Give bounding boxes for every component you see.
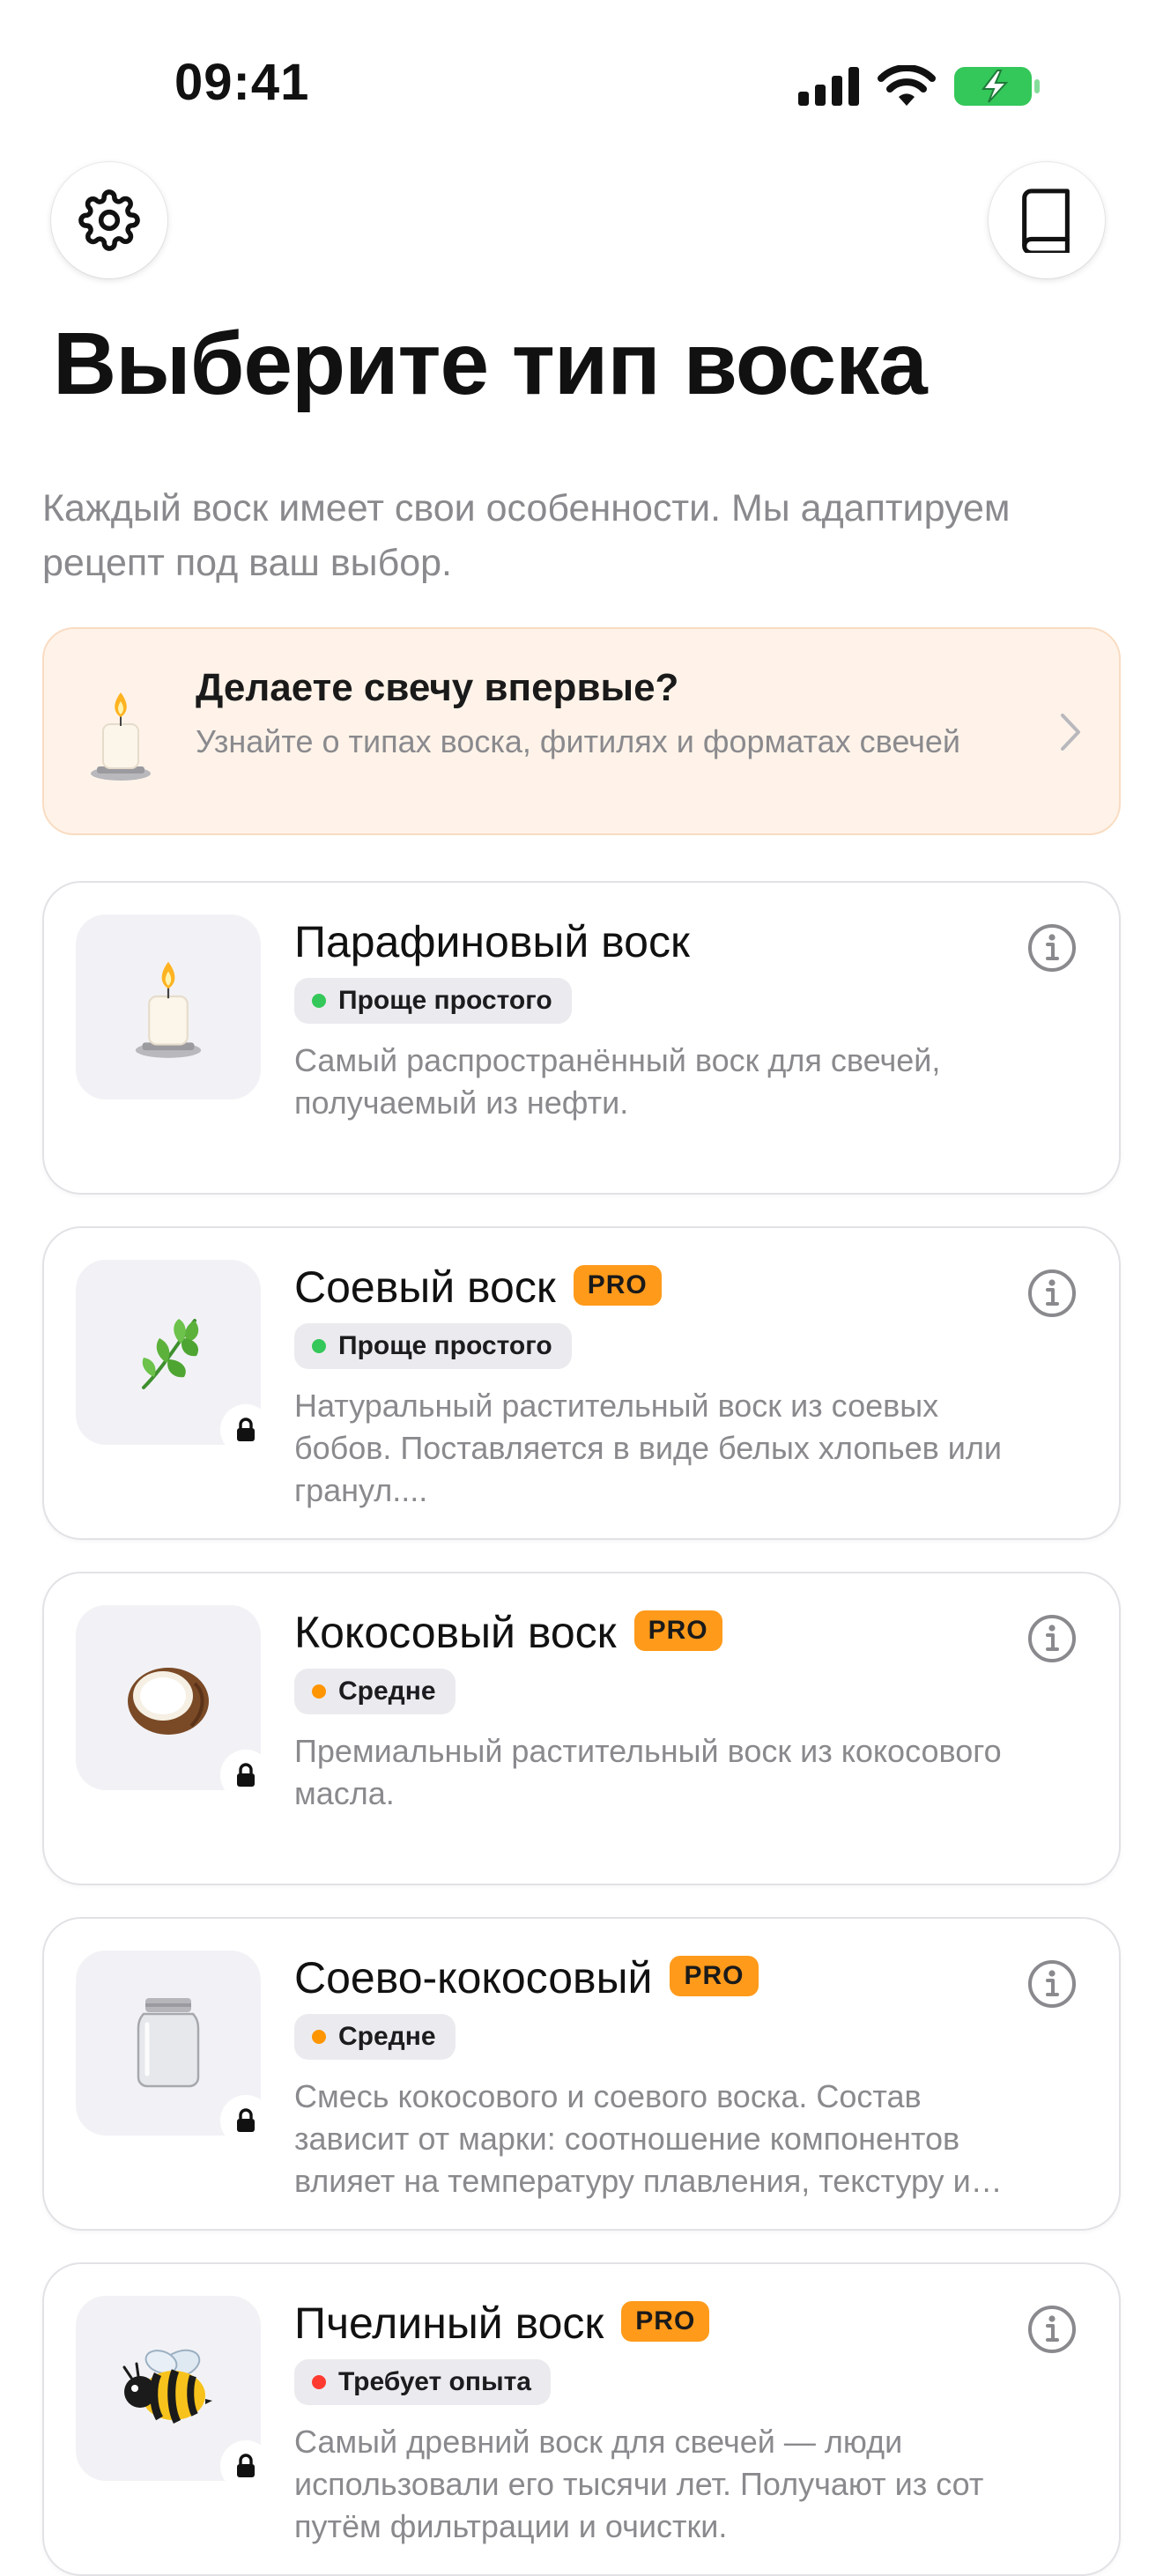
info-icon[interactable] [1026, 1958, 1078, 2010]
wax-description: Самый древний воск для свечей — люди исп… [294, 2424, 984, 2544]
pro-badge: PRO [621, 2301, 710, 2342]
info-icon[interactable] [1026, 1612, 1078, 1665]
difficulty-badge: Требует опыта [294, 2359, 551, 2405]
lock-badge [220, 1404, 271, 1455]
glass-jar-icon [137, 1998, 200, 2088]
banner-title: Делаете свечу впервые? [196, 666, 679, 709]
chevron-right-icon [1061, 714, 1080, 751]
lock-icon [237, 1418, 255, 1441]
wax-name: Кокосовый воск PRO [294, 1607, 722, 1658]
pro-badge: PRO [573, 1265, 662, 1306]
lock-icon [237, 2108, 255, 2132]
pro-badge: PRO [670, 1956, 759, 1996]
difficulty-label: Средне [338, 2022, 436, 2051]
difficulty-badge: Средне [294, 2014, 456, 2060]
difficulty-dot [312, 994, 326, 1008]
pro-badge: PRO [633, 1610, 722, 1651]
coconut-icon [128, 1668, 209, 1735]
wax-name: Соево-кокосовый PRO [294, 1952, 759, 2003]
difficulty-dot [312, 1339, 326, 1353]
difficulty-dot [312, 2375, 326, 2389]
info-icon[interactable] [1026, 1267, 1078, 1320]
battery-charging-icon [954, 67, 1040, 106]
wax-card-paraffin[interactable]: Парафиновый воск Проще простого Самый ра… [42, 881, 1121, 1195]
difficulty-dot [312, 1684, 326, 1699]
cellular-signal-icon [798, 67, 859, 106]
gear-icon [78, 189, 140, 251]
book-icon [1022, 189, 1070, 253]
banner-description: Узнайте о типах воска, фитилях и формата… [196, 723, 961, 759]
wax-name: Парафиновый воск [294, 917, 690, 966]
lock-badge [220, 1750, 271, 1801]
wax-card-soy-coconut[interactable]: Соево-кокосовый PRO Средне Смесь кокосово… [42, 1917, 1121, 2231]
difficulty-dot [312, 2030, 326, 2044]
status-time: 09:41 [174, 54, 310, 111]
page-title: Выберите тип воска [53, 315, 928, 413]
wax-description: Премиальный растительный воск из кокосов… [294, 1733, 1002, 1811]
bee-icon [122, 2349, 212, 2424]
lock-icon [237, 2454, 255, 2477]
wax-card-coconut[interactable]: Кокосовый воск PRO Средне Премиальный рас… [42, 1572, 1121, 1885]
difficulty-badge: Проще простого [294, 978, 572, 1024]
guide-book-button[interactable] [989, 162, 1105, 278]
wax-description: Натуральный растительный воск из соевых … [294, 1388, 1002, 1508]
wax-name: Пчелиный воск PRO [294, 2298, 710, 2349]
wax-thumbnail [76, 914, 261, 1099]
difficulty-label: Требует опыта [338, 2367, 531, 2396]
settings-button[interactable] [51, 162, 167, 278]
wax-card-soy[interactable]: Соевый воск PRO Проще простого Натуральны… [42, 1226, 1121, 1540]
info-icon[interactable] [1026, 2303, 1078, 2356]
difficulty-label: Средне [338, 1677, 436, 1706]
candle-icon [135, 961, 202, 1058]
status-bar: 09:41 [0, 0, 1163, 167]
wax-description: Самый распространённый воск для свечей, … [294, 1042, 941, 1121]
difficulty-badge: Проще простого [294, 1323, 572, 1369]
candle-icon [91, 692, 151, 781]
lock-icon [237, 1763, 255, 1787]
difficulty-label: Проще простого [338, 1331, 552, 1360]
wifi-icon [878, 65, 936, 106]
info-icon[interactable] [1026, 922, 1078, 974]
wax-name: Соевый воск PRO [294, 1262, 662, 1313]
lock-badge [220, 2095, 271, 2146]
wax-description: Смесь кокосового и соевого воска. Состав… [294, 2078, 971, 2199]
difficulty-label: Проще простого [338, 986, 552, 1015]
beginner-guide-banner[interactable]: Делаете свечу впервые? Узнайте о типах в… [42, 627, 1121, 835]
herb-leaf-icon [142, 1319, 199, 1389]
difficulty-badge: Средне [294, 1669, 456, 1714]
page-subtitle: Каждый воск имеет свои особенности. Мы а… [42, 487, 1011, 584]
wax-card-beeswax[interactable]: Пчелиный воск PRO Требует опыта Самый дре… [42, 2262, 1121, 2576]
lock-badge [220, 2440, 271, 2491]
